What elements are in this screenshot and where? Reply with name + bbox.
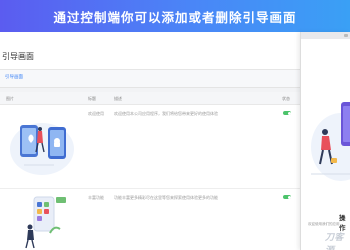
table-header: 图片 标题 描述 状态 [0, 92, 300, 105]
table-row: 欢迎使用 欢迎使用本公司应用程序，我们将给您带来更好的使用体验 [0, 105, 300, 189]
tab-guide-screens[interactable]: 引导画面 [5, 74, 23, 80]
col-description: 描述 [114, 96, 122, 101]
preview-status-bar [301, 32, 350, 39]
col-status: 状态 [282, 96, 290, 101]
page-header: 引导画面 [0, 32, 300, 70]
banner: 通过控制端你可以添加或者删除引导画面 [0, 0, 350, 32]
preview-description: 欢迎使用我们的应用 [308, 222, 340, 226]
row-description: 功能丰富更多精彩尽在这里等您来探索使用体验更多的功能 [114, 195, 218, 200]
row-title: 丰富功能 [88, 195, 104, 200]
watermark: 刀客源 [325, 233, 345, 250]
banner-text: 通过控制端你可以添加或者删除引导画面 [53, 9, 297, 25]
table-row: 丰富功能 功能丰富更多精彩尽在这里等您来探索使用体验更多的功能 [0, 189, 300, 250]
preview-illustration [301, 92, 350, 192]
page-title: 引导画面 [2, 52, 34, 61]
guide-image-1 [4, 109, 80, 185]
more-icon [344, 34, 348, 37]
row-description: 欢迎使用本公司应用程序，我们将给您带来更好的使用体验 [114, 111, 218, 116]
guide-image-2 [4, 193, 80, 250]
status-toggle[interactable] [283, 111, 291, 115]
phone-preview: 操作 欢迎使用我们的应用 刀客源 [300, 32, 350, 250]
preview-heading: 操作 [339, 214, 346, 232]
status-toggle[interactable] [283, 195, 291, 199]
tab-bar: 引导画面 [0, 70, 300, 88]
admin-panel: 引导画面 引导画面 图片 标题 描述 状态 欢迎使用 欢迎使用本公司应用程序，我… [0, 32, 300, 250]
col-image: 图片 [6, 96, 14, 101]
col-title: 标题 [88, 96, 96, 101]
row-title: 欢迎使用 [88, 111, 104, 116]
guide-table: 图片 标题 描述 状态 欢迎使用 欢迎使用本公司应用程序，我们将给您带来更好的使… [0, 92, 300, 250]
